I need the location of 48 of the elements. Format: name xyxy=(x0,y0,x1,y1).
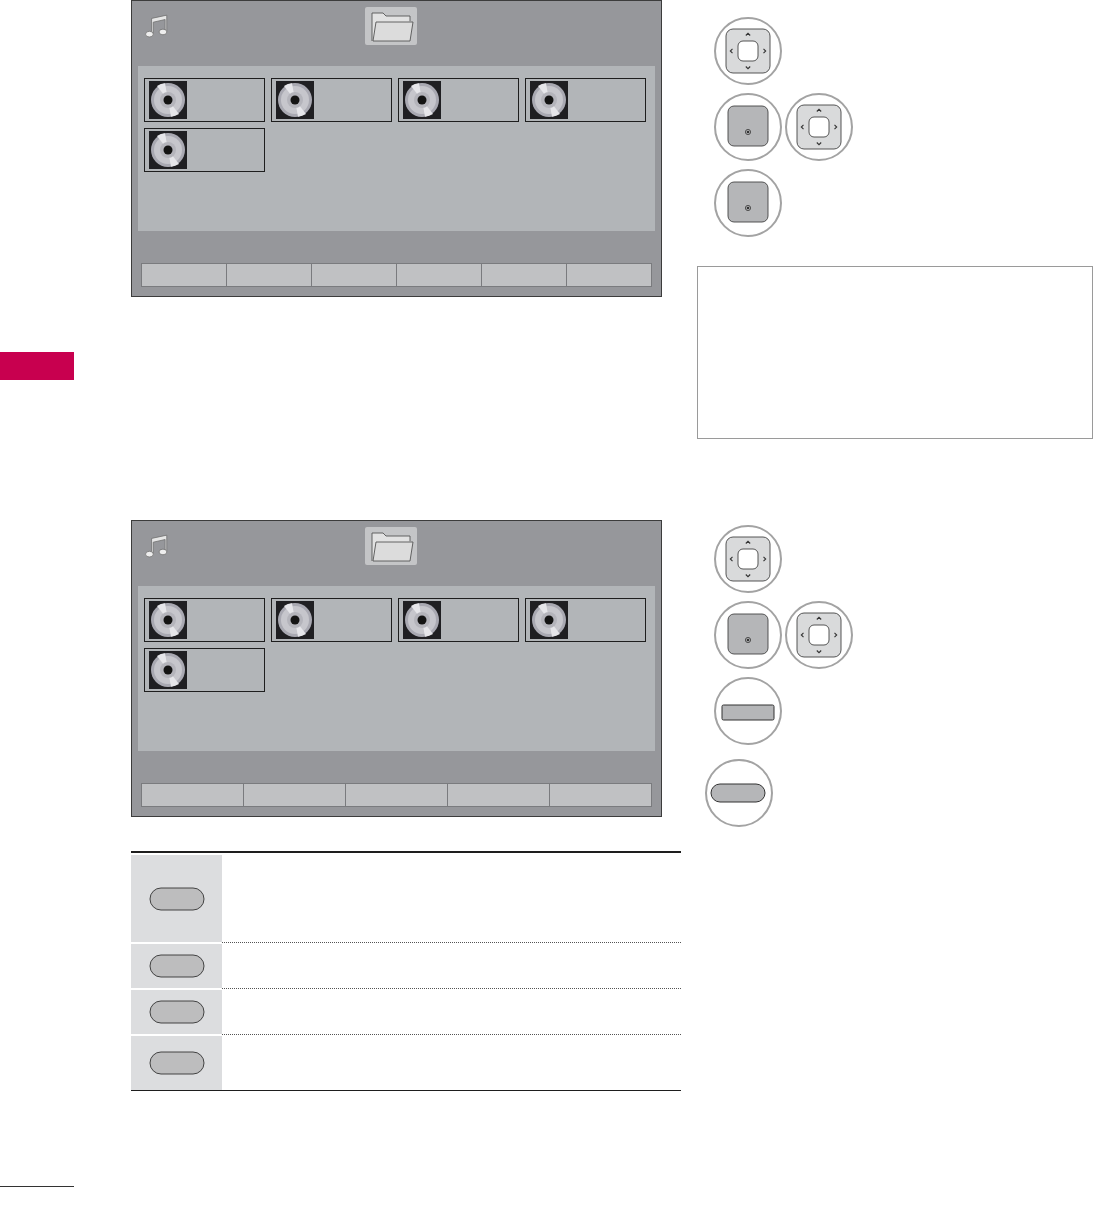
album-tile[interactable] xyxy=(398,598,519,642)
square-key-icon xyxy=(713,168,783,238)
disc-icon xyxy=(149,601,187,639)
music-note-icon xyxy=(144,14,170,38)
disc-icon xyxy=(530,81,568,119)
footer-button[interactable] xyxy=(312,263,397,287)
disc-icon xyxy=(149,81,187,119)
album-tile[interactable] xyxy=(144,78,265,122)
album-tile[interactable] xyxy=(144,648,265,692)
square-key-icon xyxy=(713,600,783,670)
footer-button[interactable] xyxy=(550,783,652,807)
disc-icon xyxy=(149,651,187,689)
direction-pad-icon xyxy=(784,92,854,162)
album-tile[interactable] xyxy=(525,78,646,122)
direction-pad-icon xyxy=(784,600,854,670)
footer-button[interactable] xyxy=(227,263,312,287)
footer-button[interactable] xyxy=(141,783,244,807)
album-tile[interactable] xyxy=(271,598,392,642)
disc-icon xyxy=(149,131,187,169)
oval-key-icon xyxy=(148,1051,205,1075)
footer-button[interactable] xyxy=(448,783,550,807)
rectangular-key-icon xyxy=(713,676,783,746)
footer-button[interactable] xyxy=(244,783,346,807)
disc-icon xyxy=(276,601,314,639)
oval-key-icon xyxy=(704,758,774,828)
footer-button[interactable] xyxy=(482,263,567,287)
direction-pad-icon xyxy=(713,524,783,594)
album-tile[interactable] xyxy=(271,78,392,122)
folder-icon[interactable] xyxy=(365,527,417,565)
disc-icon xyxy=(403,601,441,639)
footer-button[interactable] xyxy=(567,263,652,287)
folder-icon[interactable] xyxy=(365,7,417,45)
disc-icon xyxy=(276,81,314,119)
square-key-icon xyxy=(713,92,783,162)
album-tile[interactable] xyxy=(398,78,519,122)
footer-button[interactable] xyxy=(346,783,448,807)
music-note-icon xyxy=(144,534,170,558)
oval-key-icon xyxy=(148,1000,205,1024)
oval-key-icon xyxy=(148,954,205,978)
disc-icon xyxy=(530,601,568,639)
oval-key-icon xyxy=(148,886,205,911)
album-tile[interactable] xyxy=(144,598,265,642)
album-tile[interactable] xyxy=(144,128,265,172)
footer-button[interactable] xyxy=(397,263,482,287)
disc-icon xyxy=(403,81,441,119)
footer-button[interactable] xyxy=(141,263,227,287)
direction-pad-icon xyxy=(713,16,783,86)
album-tile[interactable] xyxy=(525,598,646,642)
